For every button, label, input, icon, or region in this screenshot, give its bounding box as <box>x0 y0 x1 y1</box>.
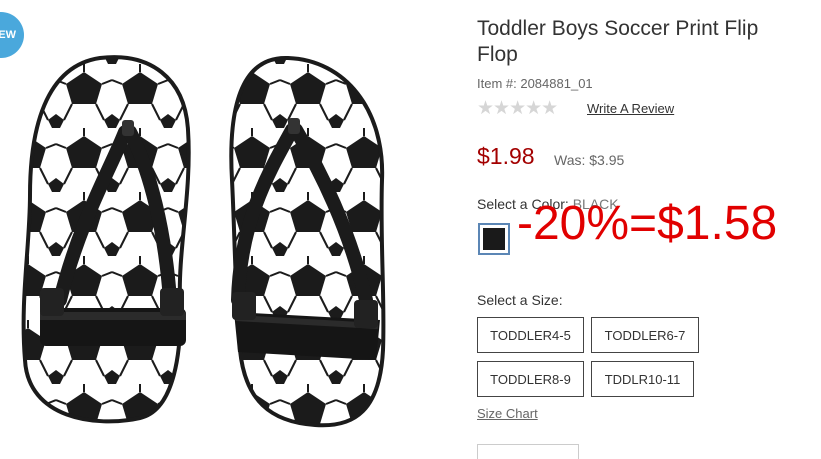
swatch-fill <box>483 228 505 250</box>
size-button-toddler8-9[interactable]: TODDLER8-9 <box>477 361 584 397</box>
was-price: Was: $3.95 <box>554 152 625 168</box>
rating-stars: ★★★★★ <box>477 98 558 119</box>
size-button-toddler4-5[interactable]: TODDLER4-5 <box>477 317 584 353</box>
left-sandal <box>21 55 191 424</box>
color-swatch-black[interactable] <box>478 223 510 255</box>
write-review-link[interactable]: Write A Review <box>587 101 674 116</box>
sale-price: $1.98 <box>477 143 535 169</box>
product-title: Toddler Boys Soccer Print Flip Flop <box>477 17 759 66</box>
quantity-field[interactable] <box>477 444 579 459</box>
product-image <box>21 55 386 428</box>
right-sandal <box>229 55 386 428</box>
size-button-tddlr10-11[interactable]: TDDLR10-11 <box>591 361 694 397</box>
item-number: Item #: 2084881_01 <box>477 76 593 91</box>
promo-annotation: -20%=$1.58 <box>517 197 778 250</box>
size-button-toddler6-7[interactable]: TODDLER6-7 <box>591 317 699 353</box>
size-label: Select a Size: <box>477 292 563 308</box>
size-chart-link[interactable]: Size Chart <box>477 406 538 421</box>
